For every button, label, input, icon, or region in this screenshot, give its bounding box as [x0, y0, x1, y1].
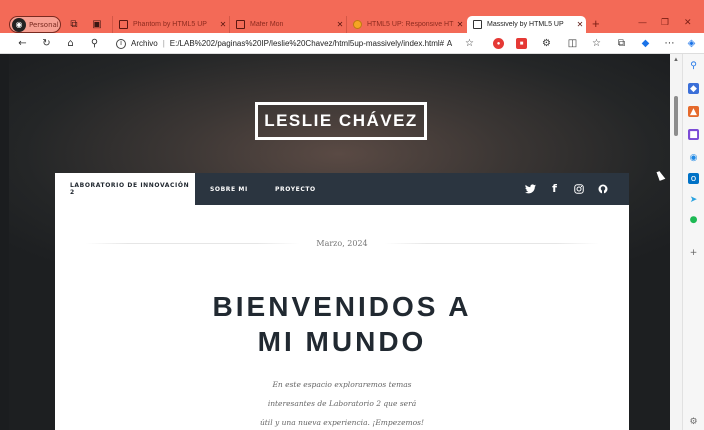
favorite-star-icon[interactable]: ☆ [463, 37, 476, 50]
more-options-icon[interactable]: ⋯ [663, 37, 676, 50]
pdf-extension-icon[interactable]: ■ [516, 38, 527, 49]
address-divider: | [162, 39, 165, 48]
tab-title: Massively by HTML5 UP [487, 21, 564, 28]
nav-proyecto[interactable]: PROYECTO [275, 173, 316, 205]
shopping-tag-icon[interactable]: ◆ [688, 83, 699, 94]
intro-line: útil y una nueva experiencia. ¡Empezemos… [259, 418, 425, 427]
mouse-cursor-icon [656, 170, 666, 181]
tab-actions-icon[interactable]: ▣ [90, 17, 104, 31]
browser-essentials-icon[interactable]: ◆ [639, 37, 652, 50]
intro-line: interesantes de Laboratorio 2 que será [267, 399, 417, 408]
tab-mafer[interactable]: Mafer Mon ✕ [229, 16, 346, 33]
copilot-sidebar-icon[interactable]: ◉ [688, 152, 699, 163]
github-icon[interactable] [596, 182, 609, 195]
post-title-line: BIENVENIDOS A [212, 291, 472, 322]
edge-sidebar: ⚲ ◆ ▲ ■ ◉ o ➤ ● + ⚙ [682, 54, 704, 430]
search-icon[interactable]: ⚲ [688, 60, 699, 71]
browser-tab-strip: ◉ Personal ⧉ ▣ Phantom by HTML5 UP ✕ Maf… [0, 0, 704, 33]
address-url[interactable]: E:/LAB%202/paginas%20IP/leslie%20Chavez/… [170, 39, 444, 48]
split-screen-icon[interactable]: ◫ [566, 37, 579, 50]
nav-laboratorio[interactable]: LABORATORIO DE INNOVACIÓN 2 [55, 173, 195, 205]
date-divider [85, 242, 301, 244]
close-icon[interactable]: ✕ [217, 20, 229, 29]
profile-avatar-icon: ◉ [12, 17, 26, 32]
sidebar-settings-icon[interactable]: ⚙ [688, 416, 699, 427]
post-title-line: MI MUNDO [257, 326, 427, 357]
close-icon[interactable]: ✕ [334, 20, 346, 29]
tab-massively[interactable]: Massively by HTML5 UP ✕ [467, 16, 586, 33]
page-scrollbar[interactable]: ▲ [670, 54, 682, 430]
favorites-icon[interactable]: ☆ [590, 37, 603, 50]
page-icon [119, 20, 128, 29]
restore-icon[interactable]: ❐ [661, 18, 669, 28]
tab-title: HTML5 UP: Responsive HTML... [367, 21, 454, 28]
address-bar[interactable]: i Archivo | E:/LAB%202/paginas%20IP/lesl… [116, 36, 486, 51]
tab-html5up[interactable]: HTML5 UP: Responsive HTML... ✕ [346, 16, 466, 33]
scroll-thumb[interactable] [674, 96, 678, 136]
site-logo[interactable]: LESLIE CHÁVEZ [255, 102, 427, 140]
twitter-icon[interactable] [524, 182, 537, 195]
tab-phantom[interactable]: Phantom by HTML5 UP ✕ [112, 16, 229, 33]
search-icon[interactable]: ⚲ [88, 37, 101, 50]
window-close-icon[interactable]: ✕ [684, 18, 692, 28]
instagram-icon[interactable] [572, 182, 585, 195]
scroll-up-icon[interactable]: ▲ [673, 57, 679, 63]
new-tab-button[interactable]: + [592, 17, 600, 31]
collections-icon[interactable]: ⧉ [615, 37, 628, 50]
copilot-icon[interactable]: ◈ [685, 37, 698, 50]
html5up-favicon-icon [353, 20, 362, 29]
post-date-row: Marzo, 2024 [85, 236, 600, 250]
page-viewport: LESLIE CHÁVEZ LABORATORIO DE INNOVACIÓN … [9, 54, 670, 430]
page-icon [473, 20, 482, 29]
browser-toolbar: ← ↻ ⌂ ⚲ i Archivo | E:/LAB%202/paginas%2… [0, 33, 704, 54]
tab-title: Mafer Mon [250, 21, 284, 28]
nav-sobre-mi[interactable]: SOBRE MI [210, 173, 248, 205]
post-title: BIENVENIDOS A MI MUNDO [115, 289, 569, 359]
adblock-extension-icon[interactable]: ● [493, 38, 504, 49]
post-intro: En este espacio exploraremos temas inter… [185, 375, 499, 430]
back-icon[interactable]: ← [16, 37, 29, 50]
minimize-icon[interactable]: — [638, 18, 647, 28]
read-aloud-icon[interactable]: A [443, 37, 456, 50]
tab-title: Phantom by HTML5 UP [133, 21, 207, 28]
games-icon[interactable]: ■ [688, 129, 699, 140]
profile-label: Personal [29, 20, 59, 29]
security-label: Archivo [131, 39, 158, 48]
workspaces-icon[interactable]: ⧉ [67, 17, 81, 31]
home-icon[interactable]: ⌂ [64, 37, 77, 50]
site-navigation: LABORATORIO DE INNOVACIÓN 2 SOBRE MI PRO… [55, 173, 629, 205]
add-sidebar-app-icon[interactable]: + [688, 247, 699, 258]
page-icon [236, 20, 245, 29]
tools-icon[interactable]: ▲ [688, 106, 699, 117]
post-panel: Marzo, 2024 BIENVENIDOS A MI MUNDO En es… [55, 205, 629, 430]
outlook-icon[interactable]: o [688, 173, 699, 184]
facebook-icon[interactable]: f [548, 182, 561, 195]
refresh-icon[interactable]: ↻ [40, 37, 53, 50]
profile-button[interactable]: ◉ Personal [9, 16, 61, 33]
date-divider [383, 242, 600, 244]
extensions-icon[interactable]: ⚙ [540, 37, 553, 50]
send-icon[interactable]: ➤ [688, 194, 699, 205]
close-icon[interactable]: ✕ [454, 20, 466, 29]
post-date: Marzo, 2024 [316, 238, 368, 248]
spotify-icon[interactable]: ● [688, 214, 699, 225]
close-icon[interactable]: ✕ [574, 20, 586, 29]
info-icon[interactable]: i [116, 38, 126, 49]
intro-line: En este espacio exploraremos temas [272, 380, 412, 389]
